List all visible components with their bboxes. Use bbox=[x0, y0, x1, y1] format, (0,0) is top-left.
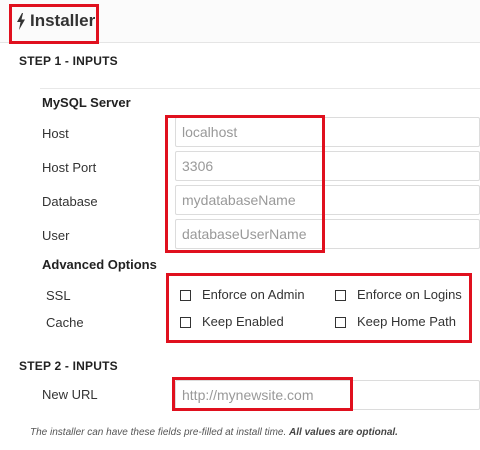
cache-label: Cache bbox=[46, 315, 84, 330]
enforce-on-admin-label: Enforce on Admin bbox=[202, 287, 305, 302]
host-port-field[interactable]: 3306 bbox=[175, 151, 480, 181]
database-field[interactable]: mydatabaseName bbox=[175, 185, 480, 215]
database-placeholder: mydatabaseName bbox=[182, 192, 296, 208]
advanced-options-heading: Advanced Options bbox=[42, 257, 157, 272]
keep-home-path-label: Keep Home Path bbox=[357, 314, 457, 329]
new-url-label: New URL bbox=[42, 387, 98, 402]
step2-title: STEP 2 - INPUTS bbox=[19, 359, 118, 373]
host-port-label: Host Port bbox=[42, 160, 97, 175]
user-placeholder: databaseUserName bbox=[182, 226, 307, 242]
ssl-label: SSL bbox=[46, 288, 71, 303]
new-url-placeholder: http://mynewsite.com bbox=[182, 387, 314, 403]
enforce-on-admin-checkbox[interactable] bbox=[180, 290, 191, 301]
host-label: Host bbox=[42, 126, 69, 141]
host-placeholder: localhost bbox=[182, 124, 238, 140]
database-label: Database bbox=[42, 194, 98, 209]
new-url-field[interactable]: http://mynewsite.com bbox=[175, 380, 480, 410]
divider bbox=[40, 88, 480, 89]
footer-note-bold: All values are optional. bbox=[289, 427, 398, 438]
page-title: Installer bbox=[16, 11, 95, 31]
host-field[interactable]: localhost bbox=[175, 117, 480, 147]
keep-enabled-checkbox[interactable] bbox=[180, 317, 191, 328]
highlight-advanced-options bbox=[166, 273, 472, 343]
step1-title: STEP 1 - INPUTS bbox=[19, 54, 118, 68]
bolt-icon bbox=[17, 12, 25, 30]
page-title-text: Installer bbox=[30, 11, 96, 30]
enforce-on-logins-checkbox[interactable] bbox=[335, 290, 346, 301]
keep-home-path-checkbox[interactable] bbox=[335, 317, 346, 328]
user-field[interactable]: databaseUserName bbox=[175, 219, 480, 249]
footer-note-text: The installer can have these fields pre-… bbox=[30, 427, 287, 438]
host-port-placeholder: 3306 bbox=[182, 158, 214, 174]
user-label: User bbox=[42, 228, 70, 243]
footer-note: The installer can have these fields pre-… bbox=[30, 427, 398, 438]
enforce-on-logins-label: Enforce on Logins bbox=[357, 287, 462, 302]
mysql-heading: MySQL Server bbox=[42, 95, 131, 110]
keep-enabled-label: Keep Enabled bbox=[202, 314, 284, 329]
